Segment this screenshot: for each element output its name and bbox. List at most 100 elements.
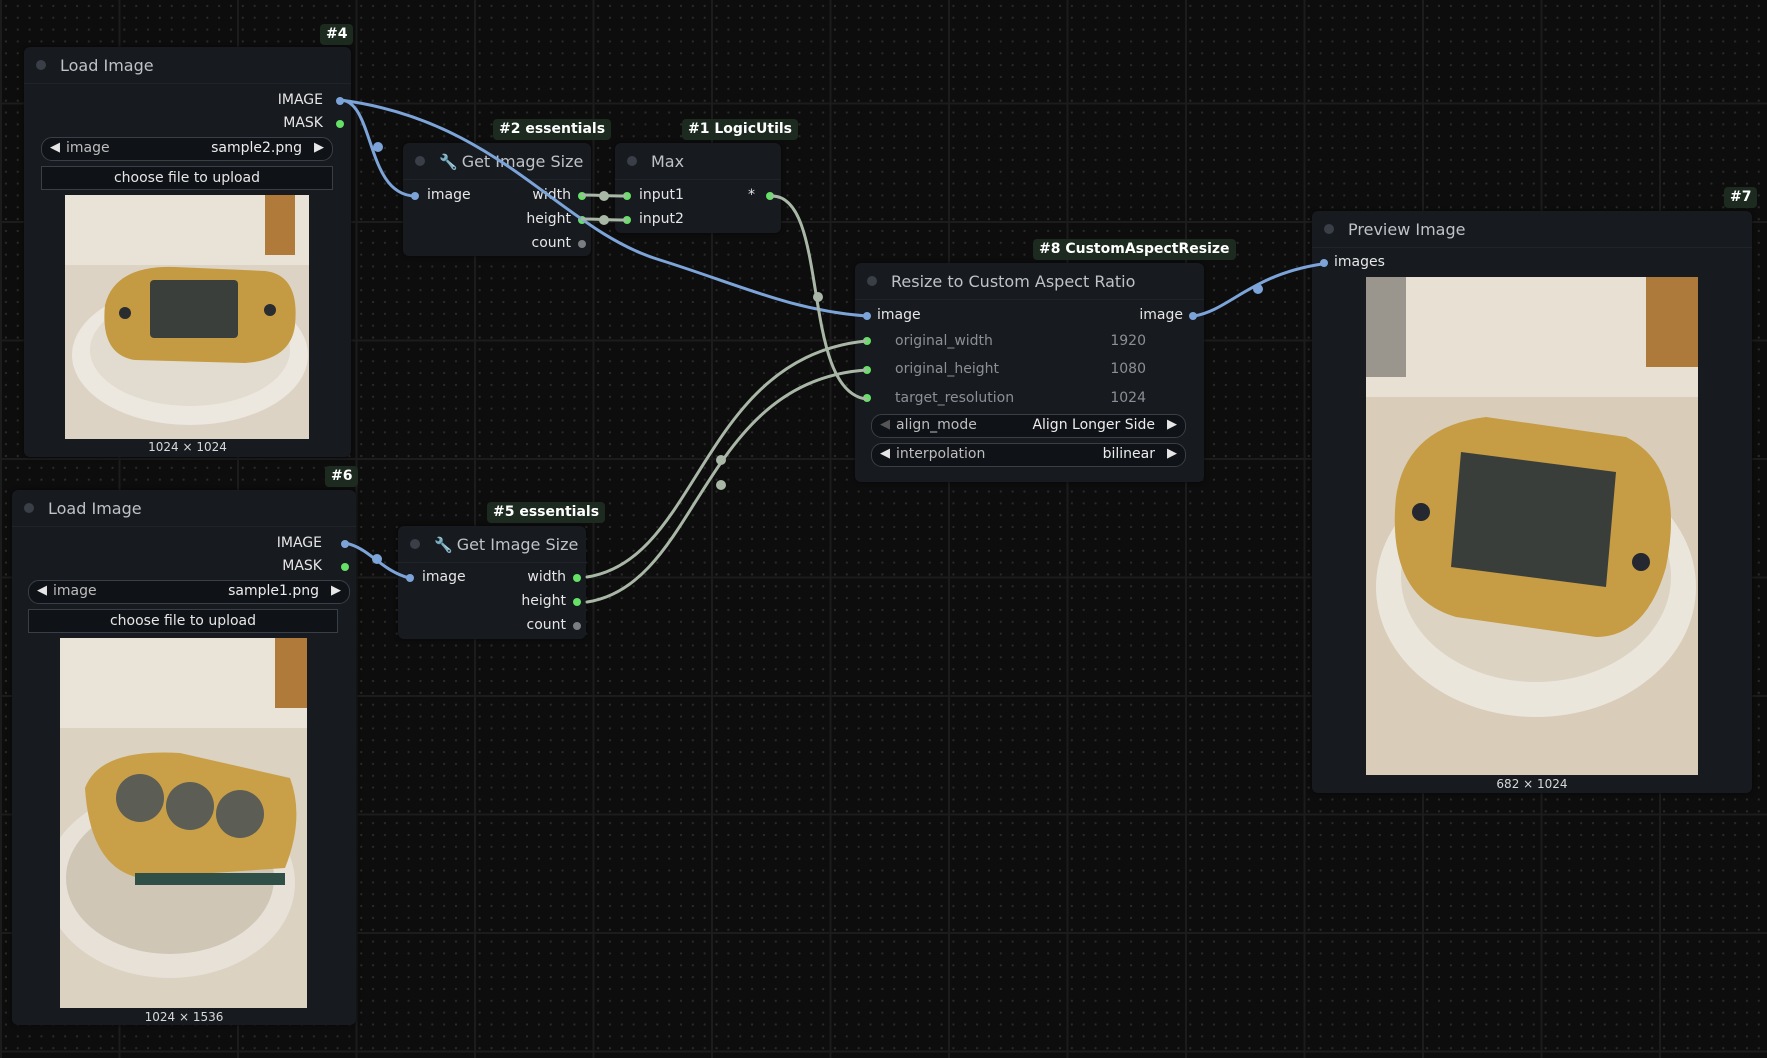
output-mask-slot[interactable] xyxy=(336,120,344,128)
preview-caption: 682 × 1024 xyxy=(1496,777,1568,791)
arrow-left-icon[interactable]: ◀ xyxy=(880,446,890,461)
output-image-label: IMAGE xyxy=(276,535,322,551)
target-resolution-slot[interactable] xyxy=(863,394,871,402)
input-image-slot[interactable] xyxy=(863,312,871,320)
original-width-value[interactable]: 1920 xyxy=(1110,333,1146,349)
upload-button[interactable]: choose file to upload xyxy=(28,609,338,633)
node-title: Max xyxy=(651,152,685,171)
node-header[interactable]: Load Image xyxy=(12,490,356,527)
collapse-dot-icon[interactable] xyxy=(24,503,34,513)
max-node[interactable]: Max input1 * input2 xyxy=(615,143,781,233)
collapse-dot-icon[interactable] xyxy=(415,156,425,166)
arrow-right-icon[interactable]: ▶ xyxy=(1167,417,1177,432)
load-image-node-1[interactable]: Load Image IMAGE MASK ◀ image sample2.pn… xyxy=(24,47,351,457)
node-header[interactable]: Resize to Custom Aspect Ratio xyxy=(855,263,1204,300)
node-title: Preview Image xyxy=(1348,220,1466,239)
combo-value: sample2.png xyxy=(211,140,302,156)
wrench-icon: 🔧 xyxy=(439,153,458,171)
image-caption: 1024 × 1024 xyxy=(148,440,227,454)
output-image-slot[interactable] xyxy=(336,97,344,105)
link-size2w-origw xyxy=(585,339,868,579)
arrow-left-icon[interactable]: ◀ xyxy=(50,140,60,155)
original-height-slot[interactable] xyxy=(863,366,871,374)
node-header[interactable]: 🔧 Get Image Size xyxy=(398,526,586,563)
output-count-slot[interactable] xyxy=(573,622,581,630)
preview-image-node[interactable]: Preview Image images 682 × 1024 xyxy=(1312,211,1752,793)
collapse-dot-icon[interactable] xyxy=(867,276,877,286)
reroute-dot xyxy=(716,480,726,490)
load-image-node-2[interactable]: Load Image IMAGE MASK ◀ image sample1.pn… xyxy=(12,490,356,1025)
image-combo[interactable]: ◀ image sample2.png ▶ xyxy=(41,137,333,161)
collapse-dot-icon[interactable] xyxy=(1324,224,1334,234)
collapse-dot-icon[interactable] xyxy=(627,156,637,166)
input-image-slot[interactable] xyxy=(406,574,414,582)
output-height-label: height xyxy=(526,211,571,227)
combo-value: sample1.png xyxy=(228,583,319,599)
node-header[interactable]: 🔧 Get Image Size xyxy=(403,143,591,180)
collapse-dot-icon[interactable] xyxy=(36,60,46,70)
output-image-slot[interactable] xyxy=(1189,312,1197,320)
combo-name: interpolation xyxy=(896,446,986,462)
interpolation-combo[interactable]: ◀ interpolation bilinear ▶ xyxy=(871,443,1186,467)
input-image-slot[interactable] xyxy=(411,192,419,200)
output-mask-label: MASK xyxy=(282,558,322,574)
node-badge: #1 LogicUtils xyxy=(682,119,798,140)
image-combo[interactable]: ◀ image sample1.png ▶ xyxy=(28,580,350,604)
reroute-dot xyxy=(599,215,609,225)
original-height-value[interactable]: 1080 xyxy=(1110,361,1146,377)
output-width-slot[interactable] xyxy=(578,192,586,200)
get-image-size-node-2[interactable]: 🔧 Get Image Size image width height count xyxy=(398,526,586,639)
reroute-dot xyxy=(372,554,382,564)
target-resolution-label: target_resolution xyxy=(895,390,1015,406)
output-height-slot[interactable] xyxy=(573,598,581,606)
output-width-label: width xyxy=(527,569,566,585)
align-mode-combo[interactable]: ◀ align_mode Align Longer Side ▶ xyxy=(871,414,1186,438)
arrow-right-icon[interactable]: ▶ xyxy=(331,583,341,598)
input2-slot[interactable] xyxy=(623,216,631,224)
node-title-wrap: 🔧 Get Image Size xyxy=(439,152,583,171)
node-title: Get Image Size xyxy=(456,535,579,554)
resize-custom-aspect-node[interactable]: Resize to Custom Aspect Ratio image imag… xyxy=(855,263,1204,482)
link-resize-preview xyxy=(1192,262,1324,318)
output-mask-label: MASK xyxy=(283,115,323,131)
output-width-slot[interactable] xyxy=(573,574,581,582)
input-image-label: image xyxy=(422,569,466,585)
collapse-dot-icon[interactable] xyxy=(410,539,420,549)
node-header[interactable]: Max xyxy=(615,143,781,180)
arrow-left-icon[interactable]: ◀ xyxy=(37,583,47,598)
wrench-icon: 🔧 xyxy=(434,536,453,554)
output-mask-slot[interactable] xyxy=(341,563,349,571)
output-image-slot[interactable] xyxy=(341,540,349,548)
output-width-label: width xyxy=(532,187,571,203)
output-any-slot[interactable] xyxy=(766,192,774,200)
get-image-size-node-1[interactable]: 🔧 Get Image Size image width height count xyxy=(403,143,591,256)
output-image-label: image xyxy=(1139,307,1183,323)
image-caption: 1024 × 1536 xyxy=(144,1010,224,1024)
link-size2h-origh xyxy=(585,368,868,604)
output-count-slot[interactable] xyxy=(578,240,586,248)
reroute-dot xyxy=(716,455,726,465)
node-title: Load Image xyxy=(60,56,154,75)
reroute-dot xyxy=(813,292,823,302)
upload-button[interactable]: choose file to upload xyxy=(41,166,333,190)
node-title-wrap: 🔧 Get Image Size xyxy=(434,535,578,554)
input-images-slot[interactable] xyxy=(1320,259,1328,267)
input1-slot[interactable] xyxy=(623,192,631,200)
original-width-slot[interactable] xyxy=(863,337,871,345)
arrow-left-icon[interactable]: ◀ xyxy=(880,417,890,432)
node-badge: #7 xyxy=(1724,187,1758,208)
arrow-right-icon[interactable]: ▶ xyxy=(314,140,324,155)
node-badge: #8 CustomAspectResize xyxy=(1033,239,1236,260)
node-header[interactable]: Load Image xyxy=(24,47,351,84)
output-height-label: height xyxy=(521,593,566,609)
node-header[interactable]: Preview Image xyxy=(1312,211,1752,248)
combo-name: align_mode xyxy=(896,417,977,433)
input-image-label: image xyxy=(877,307,921,323)
output-height-slot[interactable] xyxy=(578,216,586,224)
target-resolution-value[interactable]: 1024 xyxy=(1110,390,1146,406)
node-badge: #2 essentials xyxy=(493,119,612,140)
image-thumbnail xyxy=(65,195,309,439)
arrow-right-icon[interactable]: ▶ xyxy=(1167,446,1177,461)
input2-label: input2 xyxy=(639,211,684,227)
combo-value: Align Longer Side xyxy=(1032,417,1155,433)
